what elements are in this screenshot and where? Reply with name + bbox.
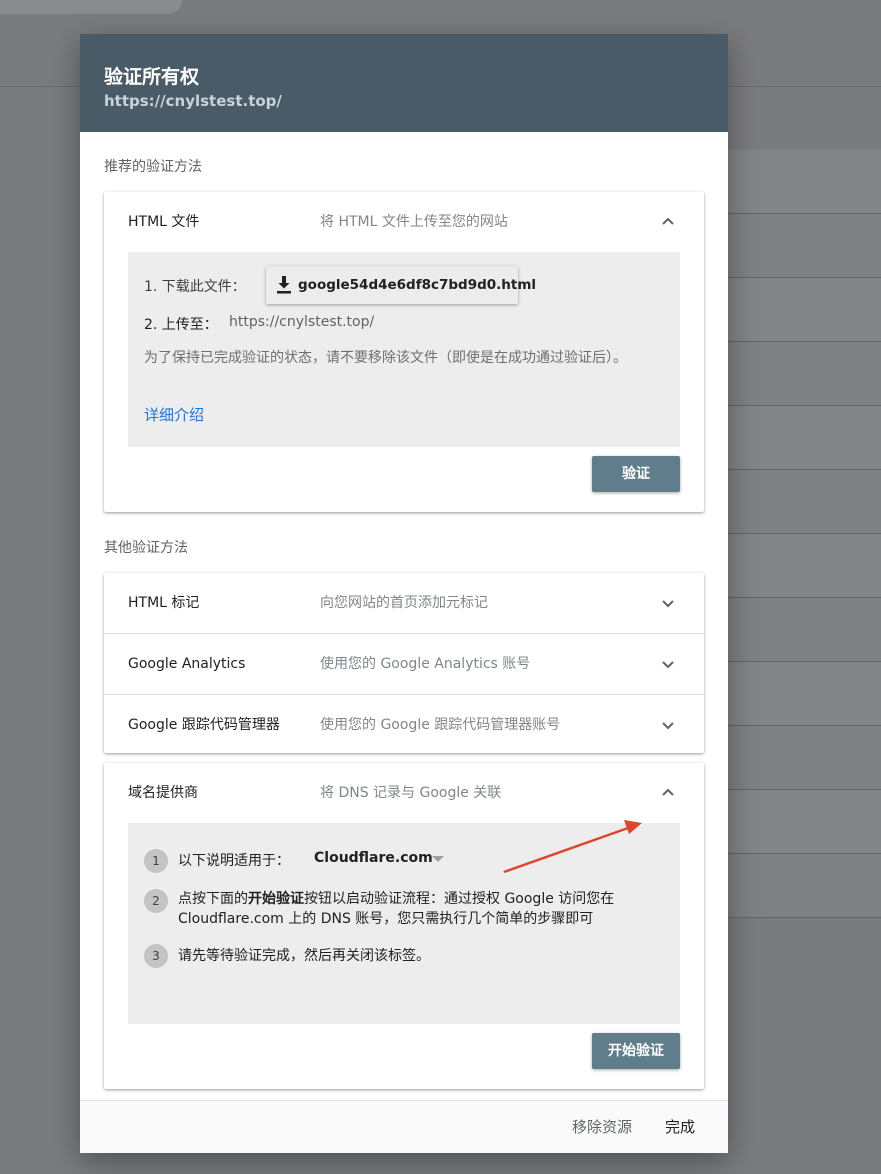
annotation-arrow-icon <box>503 820 642 874</box>
verify-ownership-dialog: 验证所有权 https://cnylstest.top/ 推荐的验证方法 HTM… <box>80 34 728 1153</box>
background-list <box>728 150 881 918</box>
background-tab <box>0 0 182 14</box>
